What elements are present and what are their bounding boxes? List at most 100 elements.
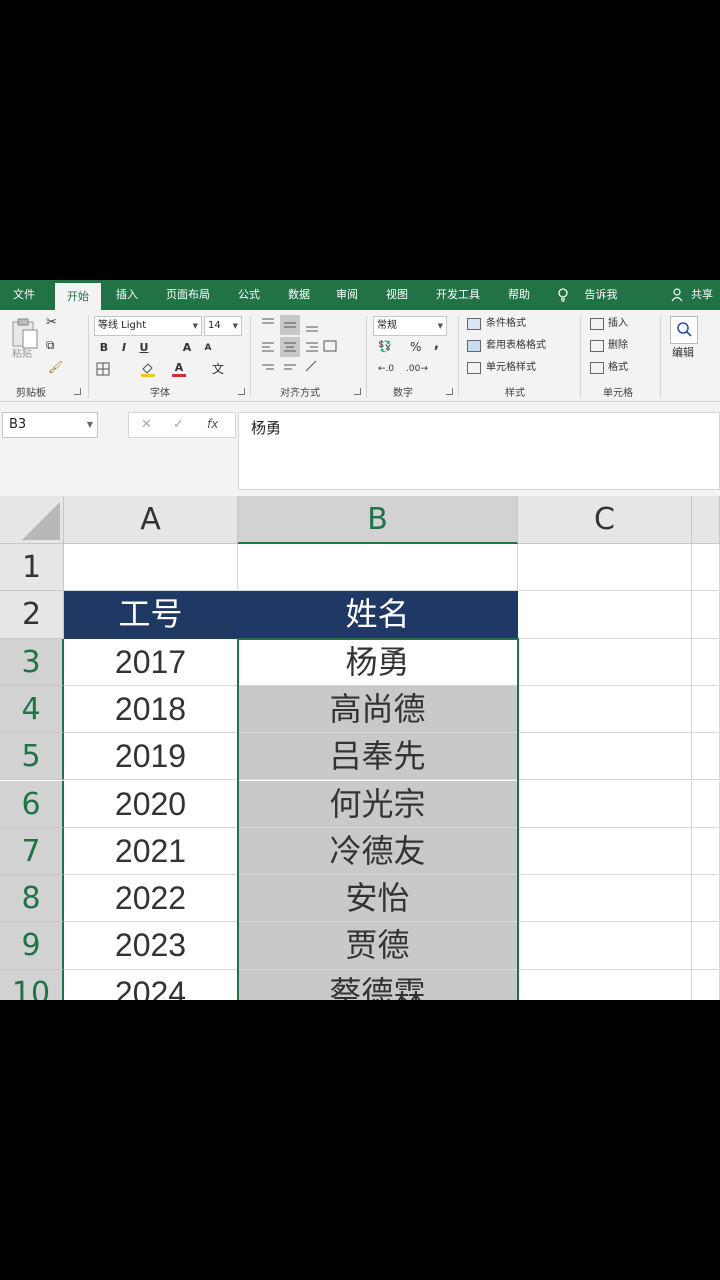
cell-b3[interactable]: 杨勇 — [238, 638, 518, 686]
font-size-select[interactable]: 14 ▼ — [204, 316, 242, 336]
cell-d10[interactable] — [692, 969, 720, 1000]
cell-a7[interactable]: 2021 — [64, 827, 238, 876]
cell-b9[interactable]: 贾德 — [238, 922, 518, 970]
column-header-a[interactable]: A — [64, 496, 238, 544]
cell-styles-button[interactable]: 单元格样式 — [486, 361, 536, 375]
cell-a3[interactable]: 2017 — [64, 638, 238, 686]
italic-button[interactable]: I — [117, 340, 131, 356]
number-format-select[interactable]: 常规 ▼ — [373, 316, 447, 336]
column-header-d[interactable] — [692, 496, 720, 544]
tab-home[interactable]: 开始 — [55, 283, 101, 310]
font-name-select[interactable]: 等线 Light ▼ — [94, 316, 202, 336]
number-launcher-icon[interactable] — [446, 388, 453, 395]
cell-b7[interactable]: 冷德友 — [238, 827, 518, 876]
tab-page-layout[interactable]: 页面布局 — [157, 280, 219, 310]
cell-a5[interactable]: 2019 — [64, 733, 238, 781]
tab-file[interactable]: 文件 — [0, 280, 48, 310]
row-header-7[interactable]: 7 — [0, 827, 64, 876]
row-header-9[interactable]: 9 — [0, 922, 64, 970]
enter-icon[interactable]: ✓ — [173, 417, 184, 432]
conditional-format-button[interactable]: 条件格式 — [486, 317, 526, 331]
font-color-icon[interactable]: A — [172, 361, 186, 377]
cell-d4[interactable] — [692, 685, 720, 734]
cell-a9[interactable]: 2023 — [64, 922, 238, 970]
tab-review[interactable]: 审阅 — [326, 280, 368, 310]
clipboard-launcher-icon[interactable] — [74, 388, 81, 395]
tell-me-search[interactable]: 告诉我 — [576, 280, 626, 310]
cell-c7[interactable] — [518, 827, 692, 876]
tab-insert[interactable]: 插入 — [106, 280, 148, 310]
cell-d9[interactable] — [692, 922, 720, 970]
cell-d6[interactable] — [692, 780, 720, 828]
tab-help[interactable]: 帮助 — [498, 280, 540, 310]
cell-b5[interactable]: 吕奉先 — [238, 733, 518, 781]
share-button[interactable]: 共享 — [686, 280, 718, 310]
delete-cells-button[interactable]: 删除 — [608, 339, 628, 353]
cell-b8[interactable]: 安怡 — [238, 875, 518, 923]
select-all-button[interactable] — [0, 496, 64, 544]
fill-color-icon[interactable] — [140, 361, 156, 377]
cell-d3[interactable] — [692, 638, 720, 686]
insert-cells-button[interactable]: 插入 — [608, 317, 628, 331]
cell-d2[interactable] — [692, 591, 720, 639]
cell-a4[interactable]: 2018 — [64, 685, 238, 734]
cell-c6[interactable] — [518, 780, 692, 828]
cell-c8[interactable] — [518, 875, 692, 923]
search-icon[interactable] — [670, 316, 698, 344]
cell-b2[interactable]: 姓名 — [238, 591, 518, 639]
formula-input[interactable]: 杨勇 — [238, 412, 720, 490]
cell-d1[interactable] — [692, 544, 720, 592]
comma-button[interactable]: , — [434, 338, 439, 352]
cell-a8[interactable]: 2022 — [64, 875, 238, 923]
font-launcher-icon[interactable] — [238, 388, 245, 395]
tab-view[interactable]: 视图 — [376, 280, 418, 310]
paste-icon[interactable] — [10, 318, 40, 350]
row-header-1[interactable]: 1 — [0, 544, 64, 592]
format-cells-button[interactable]: 格式 — [608, 361, 628, 375]
cell-c10[interactable] — [518, 969, 692, 1000]
cell-a6[interactable]: 2020 — [64, 780, 238, 828]
cell-c9[interactable] — [518, 922, 692, 970]
cell-c4[interactable] — [518, 685, 692, 734]
row-header-3[interactable]: 3 — [0, 638, 64, 686]
cell-b6[interactable]: 何光宗 — [238, 780, 518, 828]
tab-data[interactable]: 数据 — [278, 280, 320, 310]
editing-label[interactable]: 编辑 — [672, 346, 694, 360]
borders-icon[interactable] — [96, 362, 110, 376]
column-header-c[interactable]: C — [518, 496, 692, 544]
format-as-table-button[interactable]: 套用表格格式 — [486, 339, 546, 353]
underline-button[interactable]: U — [137, 340, 151, 356]
cut-icon[interactable]: ✂ — [46, 316, 57, 330]
increase-decimal-icon[interactable]: ←.0 — [378, 362, 394, 376]
cancel-icon[interactable]: ✕ — [141, 417, 152, 432]
cell-a10[interactable]: 2024 — [64, 969, 238, 1000]
cell-c1[interactable] — [518, 544, 692, 592]
cell-c3[interactable] — [518, 638, 692, 686]
phonetic-icon[interactable]: 文 — [212, 362, 224, 376]
row-header-4[interactable]: 4 — [0, 685, 64, 734]
cell-a1[interactable] — [64, 544, 238, 592]
copy-icon[interactable]: ⧉ — [46, 338, 55, 352]
tab-formulas[interactable]: 公式 — [228, 280, 270, 310]
alignment-buttons-icon[interactable] — [258, 315, 338, 377]
column-header-b[interactable]: B — [238, 496, 518, 544]
row-header-2[interactable]: 2 — [0, 591, 64, 639]
shrink-font-button[interactable]: A — [201, 340, 215, 356]
currency-icon[interactable]: 💱 — [378, 340, 392, 354]
row-header-5[interactable]: 5 — [0, 733, 64, 781]
bold-button[interactable]: B — [97, 340, 111, 356]
cell-c2[interactable] — [518, 591, 692, 639]
cell-d7[interactable] — [692, 827, 720, 876]
cell-a2[interactable]: 工号 — [64, 591, 238, 639]
cell-d8[interactable] — [692, 875, 720, 923]
alignment-launcher-icon[interactable] — [354, 388, 361, 395]
insert-function-button[interactable]: fx — [207, 417, 218, 431]
tab-developer[interactable]: 开发工具 — [428, 280, 488, 310]
row-header-6[interactable]: 6 — [0, 780, 64, 828]
row-header-8[interactable]: 8 — [0, 875, 64, 923]
row-header-10[interactable]: 10 — [0, 969, 64, 1000]
cell-c5[interactable] — [518, 733, 692, 781]
format-painter-icon[interactable]: 🖌 — [48, 360, 63, 374]
decrease-decimal-icon[interactable]: .00→ — [406, 362, 428, 376]
cell-b1[interactable] — [238, 544, 518, 592]
